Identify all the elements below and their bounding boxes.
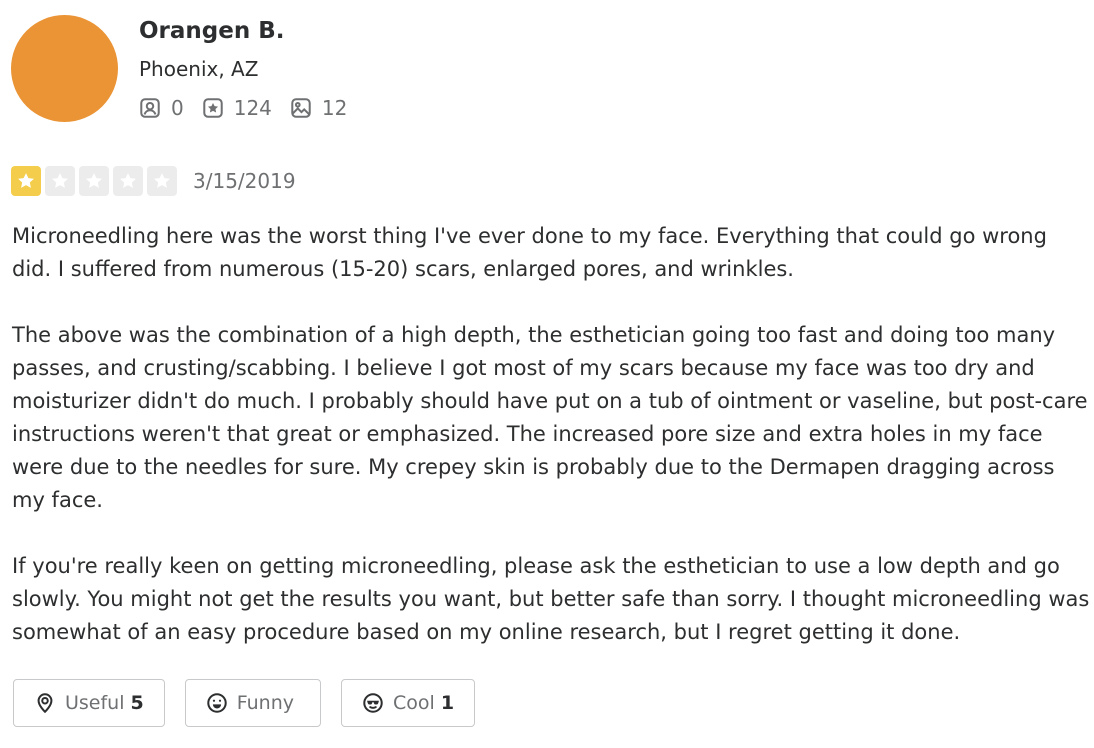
star-4 bbox=[113, 166, 143, 196]
star-3 bbox=[79, 166, 109, 196]
reaction-buttons: Useful 5 Funny Cool 1 bbox=[13, 679, 495, 727]
review-rating-row: 3/15/2019 bbox=[11, 164, 296, 198]
star-5 bbox=[147, 166, 177, 196]
photo-icon bbox=[291, 98, 311, 118]
useful-button[interactable]: Useful 5 bbox=[13, 679, 165, 727]
smile-icon bbox=[207, 693, 227, 713]
cool-count: 1 bbox=[440, 692, 455, 714]
avatar[interactable] bbox=[11, 15, 118, 122]
star-rating bbox=[11, 166, 181, 196]
useful-label: Useful bbox=[65, 692, 125, 714]
star-review-icon bbox=[203, 98, 223, 118]
cool-label: Cool bbox=[393, 692, 435, 714]
funny-label: Funny bbox=[236, 692, 295, 714]
friends-count: 0 bbox=[171, 96, 184, 120]
reviews-count: 124 bbox=[233, 96, 272, 120]
funny-button[interactable]: Funny bbox=[184, 679, 322, 727]
review-date: 3/15/2019 bbox=[193, 169, 296, 193]
star-icon bbox=[18, 173, 34, 188]
star-2 bbox=[45, 166, 75, 196]
photos-count: 12 bbox=[321, 96, 348, 120]
star-icon bbox=[120, 173, 136, 188]
useful-count: 5 bbox=[130, 692, 144, 714]
review-paragraph: The above was the combination of a high … bbox=[12, 323, 1088, 512]
user-name[interactable]: Orangen B. bbox=[139, 18, 285, 44]
reviews-stat: 124 bbox=[202, 96, 272, 120]
review-text: Microneedling here was the worst thing I… bbox=[12, 220, 1090, 649]
star-icon bbox=[52, 173, 68, 188]
sunglasses-icon bbox=[363, 693, 383, 713]
friends-stat: 0 bbox=[139, 96, 184, 120]
lightbulb-icon bbox=[37, 693, 53, 714]
star-icon bbox=[86, 173, 102, 188]
photos-stat: 12 bbox=[290, 96, 347, 120]
review-paragraph: Microneedling here was the worst thing I… bbox=[12, 224, 1047, 281]
user-location: Phoenix, AZ bbox=[139, 57, 259, 81]
review-paragraph: If you're really keen on getting microne… bbox=[12, 554, 1090, 644]
star-1 bbox=[11, 166, 41, 196]
friends-icon bbox=[140, 98, 160, 118]
user-stats: 0 124 12 bbox=[139, 95, 365, 121]
star-icon bbox=[154, 173, 170, 188]
cool-button[interactable]: Cool 1 bbox=[341, 679, 476, 727]
